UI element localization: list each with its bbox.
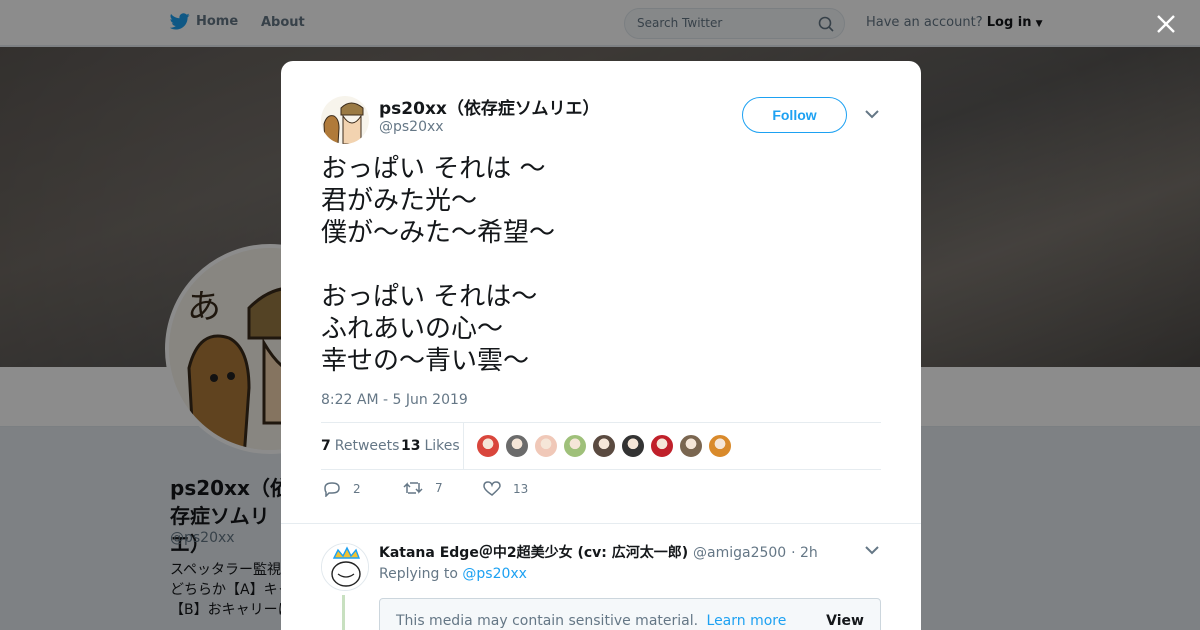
sensitive-media-message: This media may contain sensitive materia…: [396, 613, 699, 629]
liker-avatar[interactable]: [476, 434, 500, 458]
follow-button[interactable]: Follow: [742, 97, 847, 133]
reply-icon: [324, 482, 340, 497]
likes-count: 13: [401, 438, 421, 454]
liker-avatar[interactable]: [679, 434, 703, 458]
like-button[interactable]: 13: [483, 481, 528, 497]
replying-to: Replying to @ps20xx: [379, 566, 527, 582]
liker-avatar[interactable]: [621, 434, 645, 458]
stats-divider: [463, 423, 464, 470]
reply-button[interactable]: 2: [323, 481, 361, 497]
reply-author-name[interactable]: Katana Edge＠中2超美少女 (cv: 広河太一郎): [379, 545, 688, 561]
liker-avatar[interactable]: [563, 434, 587, 458]
learn-more-link[interactable]: Learn more: [707, 613, 787, 629]
liker-avatar[interactable]: [592, 434, 616, 458]
tweet-author-avatar-image: [321, 96, 369, 144]
retweet-icon: [403, 482, 423, 494]
retweets-stat[interactable]: 7 Retweets: [321, 438, 399, 454]
reply-age[interactable]: · 2h: [791, 545, 818, 561]
liker-avatar[interactable]: [650, 434, 674, 458]
chevron-down-icon[interactable]: [865, 109, 879, 119]
close-icon[interactable]: [1154, 12, 1178, 36]
sensitive-media-text: This media may contain sensitive materia…: [396, 613, 786, 629]
chevron-down-icon[interactable]: [865, 545, 879, 555]
view-button[interactable]: View: [826, 613, 864, 629]
tweet-modal: ps20xx（依存症ソムリエ） @ps20xx Follow おっぱい それは …: [281, 61, 921, 630]
reply-author[interactable]: Katana Edge＠中2超美少女 (cv: 広河太一郎) @amiga250…: [379, 542, 818, 562]
liker-avatar[interactable]: [534, 434, 558, 458]
thread-connector-line: [342, 595, 345, 630]
tweet-author-handle[interactable]: @ps20xx: [379, 119, 444, 135]
tweet-text: おっぱい それは 〜 君がみた光〜 僕が〜みた〜希望〜 おっぱい それは〜 ふれ…: [321, 154, 556, 376]
liker-avatar[interactable]: [505, 434, 529, 458]
retweets-label: Retweets: [334, 438, 400, 454]
replying-to-link[interactable]: @ps20xx: [462, 566, 527, 582]
liker-avatar[interactable]: [708, 434, 732, 458]
heart-icon: [483, 481, 501, 496]
retweet-button[interactable]: 7: [403, 481, 443, 495]
thread-divider: [281, 523, 921, 524]
liker-avatars: [476, 434, 732, 458]
likes-label: Likes: [424, 438, 460, 454]
tweet-author-avatar[interactable]: [321, 96, 369, 144]
retweet-count: 7: [435, 481, 443, 495]
retweets-count: 7: [321, 438, 331, 454]
tweet-timestamp[interactable]: 8:22 AM - 5 Jun 2019: [321, 392, 468, 408]
replying-to-prefix: Replying to: [379, 566, 458, 582]
reply-author-avatar-image: [322, 544, 368, 590]
reply-author-handle[interactable]: @amiga2500: [693, 545, 786, 561]
tweet-actions: 2 7 13: [321, 481, 881, 501]
sensitive-media-notice: This media may contain sensitive materia…: [379, 598, 881, 630]
reply-author-avatar[interactable]: [321, 543, 369, 591]
like-count: 13: [513, 482, 529, 496]
tweet-author-name[interactable]: ps20xx（依存症ソムリエ）: [379, 94, 600, 119]
reply-count: 2: [353, 482, 361, 496]
likes-stat[interactable]: 13 Likes: [401, 438, 460, 454]
tweet-stats: 7 Retweets 13 Likes: [321, 422, 881, 470]
